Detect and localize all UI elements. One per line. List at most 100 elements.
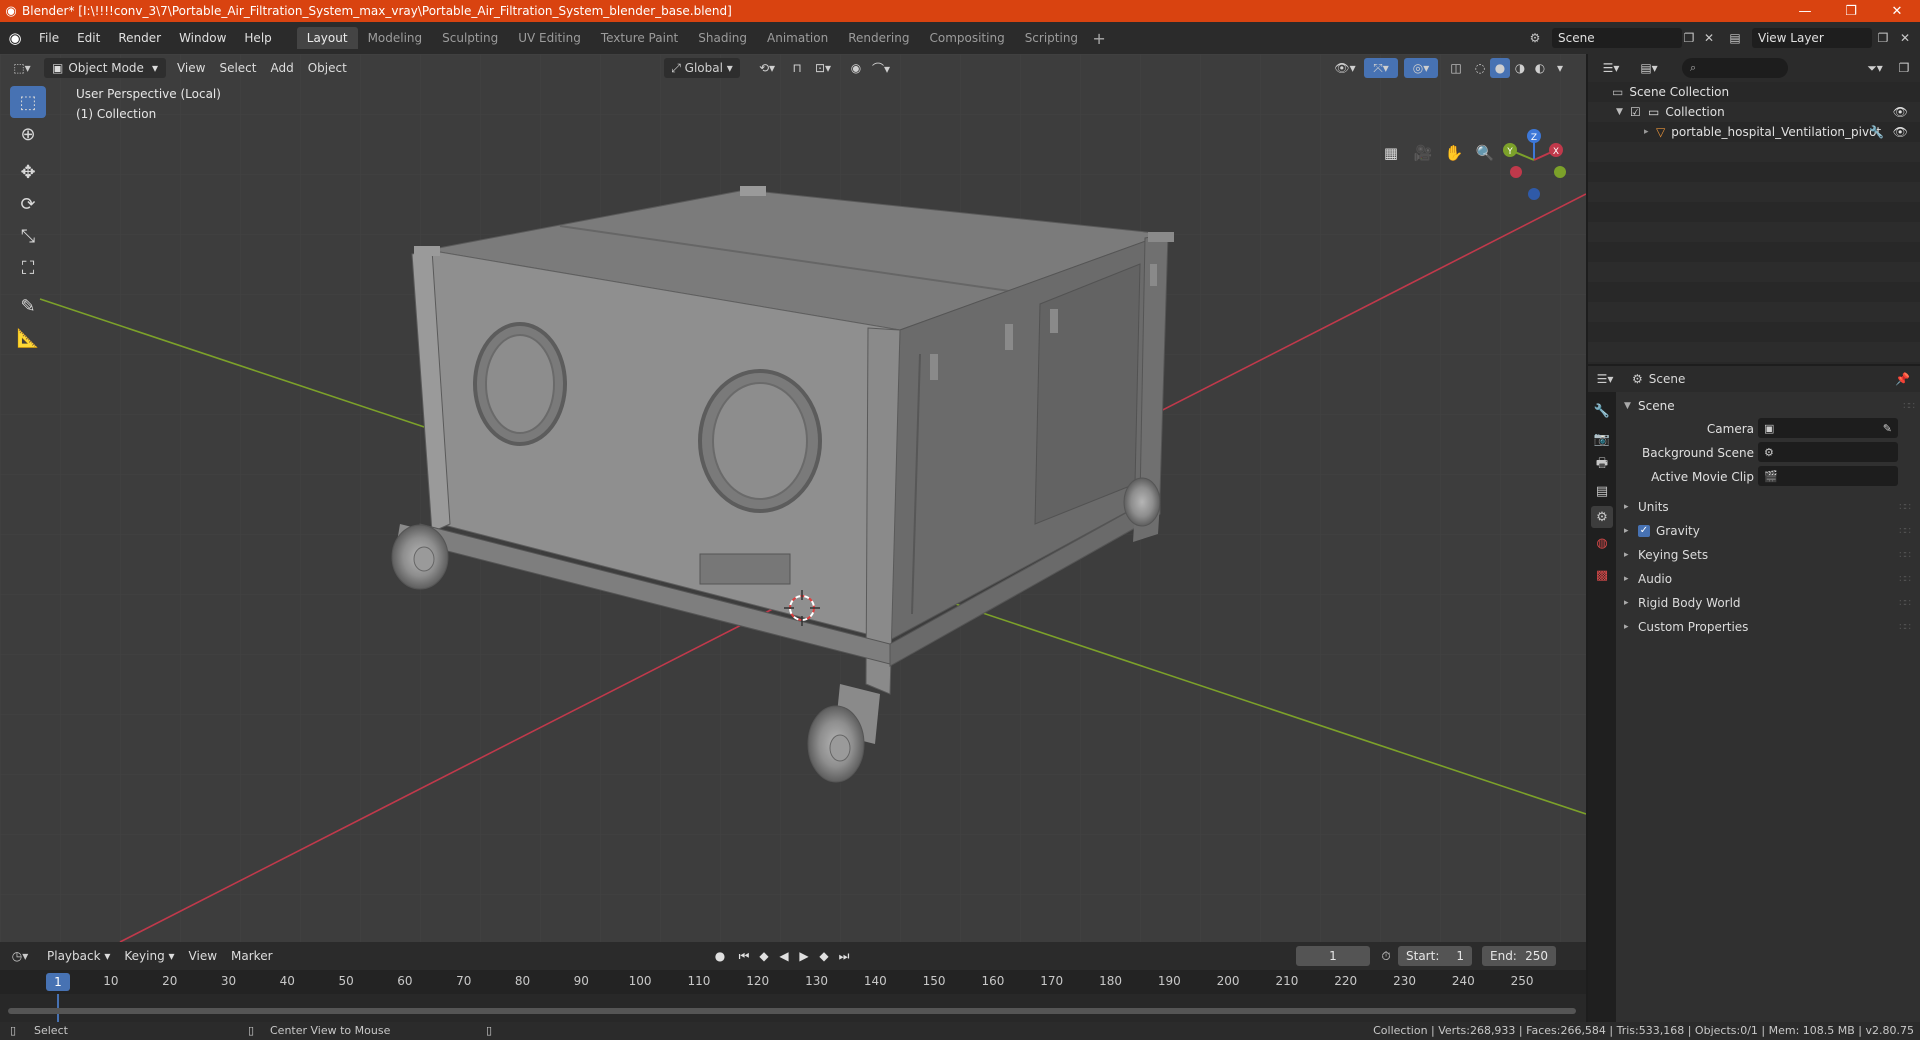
view-layer-selector[interactable]: View Layer — [1752, 28, 1872, 48]
rigid-body-world-panel[interactable]: ▸ Rigid Body World ∷∷ — [1624, 592, 1916, 614]
eyedropper-icon[interactable]: ✎ — [1883, 422, 1892, 435]
menu-timeline-view[interactable]: View — [182, 946, 224, 966]
timeline-scrollbar[interactable] — [8, 1008, 1576, 1014]
timeline-ruler[interactable]: 1 10 20 30 40 50 60 70 80 90 100 110 120 130 140 150 16… — [0, 970, 1586, 994]
mode-dropdown[interactable]: ▣ Object Mode ▾ — [44, 58, 166, 78]
filter-icon[interactable]: ⏷▾ — [1860, 58, 1890, 78]
zoom-icon[interactable]: 🔍 — [1472, 140, 1498, 166]
pin-icon[interactable]: 📌 — [1895, 372, 1910, 386]
menu-view[interactable]: View — [170, 58, 212, 78]
active-movie-clip-field[interactable]: 🎬 — [1758, 466, 1898, 486]
display-mode-icon[interactable]: ▤▾ — [1634, 58, 1664, 78]
menu-edit[interactable]: Edit — [68, 26, 109, 50]
play-icon[interactable]: ▶ — [794, 948, 814, 964]
view-layer-tab-icon[interactable]: ▤ — [1591, 480, 1613, 502]
timeline-track-area[interactable] — [0, 994, 1586, 1022]
delete-scene-icon[interactable]: ✕ — [1698, 28, 1720, 48]
snap-target-icon[interactable]: ⊡▾ — [808, 58, 838, 78]
menu-help[interactable]: Help — [235, 26, 280, 50]
tab-rendering[interactable]: Rendering — [838, 27, 919, 49]
drag-handle-icon[interactable]: ∷∷ — [1899, 550, 1911, 561]
pan-hand-icon[interactable]: ✋ — [1441, 140, 1467, 166]
measure-icon[interactable]: 📐 — [10, 322, 46, 354]
add-workspace-button[interactable]: + — [1088, 29, 1110, 48]
snap-icon[interactable]: ⊓ — [786, 58, 808, 78]
eye-icon[interactable]: 👁 — [1893, 105, 1908, 119]
expand-arrow-icon[interactable]: ▸ — [1644, 127, 1656, 137]
gravity-checkbox[interactable]: ✓ — [1638, 525, 1650, 537]
drag-handle-icon[interactable]: ∷∷ — [1899, 598, 1911, 609]
jump-start-icon[interactable]: ⏮ — [734, 948, 754, 964]
end-frame-field[interactable]: End: 250 — [1482, 946, 1556, 966]
drag-handle-icon[interactable]: ∷∷ — [1903, 401, 1915, 412]
drag-handle-icon[interactable]: ∷∷ — [1899, 526, 1911, 537]
drag-handle-icon[interactable]: ∷∷ — [1899, 622, 1911, 633]
next-keyframe-icon[interactable]: ◆ — [814, 948, 834, 964]
cursor-icon[interactable]: ⊕ — [10, 118, 46, 150]
tab-layout[interactable]: Layout — [296, 27, 358, 49]
prev-keyframe-icon[interactable]: ◆ — [754, 948, 774, 964]
gizmo-toggle-icon[interactable]: ⤧▾ — [1364, 58, 1398, 78]
menu-keying[interactable]: Keying ▾ — [117, 946, 181, 966]
overlay-toggle-icon[interactable]: ◎▾ — [1404, 58, 1438, 78]
scene-browse-icon[interactable]: ⚙ — [1524, 28, 1546, 48]
pivot-point-icon[interactable]: ⟲▾ — [752, 58, 782, 78]
minimize-button[interactable]: — — [1782, 0, 1828, 22]
scene-selector[interactable]: Scene — [1552, 28, 1682, 48]
rotate-icon[interactable]: ⟳ — [10, 188, 46, 220]
scale-icon[interactable]: ⤡ — [10, 220, 46, 252]
menu-object[interactable]: Object — [301, 58, 354, 78]
visibility-icon[interactable]: 👁▾ — [1330, 58, 1360, 78]
falloff-icon[interactable]: ⌒▾ — [866, 58, 896, 78]
properties-editor-type-icon[interactable]: ☰▾ — [1588, 372, 1622, 386]
select-box-icon[interactable]: ⬚ — [10, 86, 46, 118]
tab-animation[interactable]: Animation — [757, 27, 838, 49]
delete-view-layer-icon[interactable]: ✕ — [1894, 28, 1916, 48]
camera-field[interactable]: ▣ ✎ — [1758, 418, 1898, 438]
texture-tab-icon[interactable]: ▩ — [1591, 564, 1613, 586]
custom-properties-panel[interactable]: ▸ Custom Properties ∷∷ — [1624, 616, 1916, 638]
expand-arrow-icon[interactable]: ▼ — [1616, 107, 1630, 117]
start-frame-field[interactable]: Start: 1 — [1398, 946, 1472, 966]
record-icon[interactable]: ● — [710, 948, 730, 964]
outliner-scene-collection[interactable]: ▭ Scene Collection — [1588, 82, 1920, 102]
new-view-layer-icon[interactable]: ❐ — [1872, 28, 1894, 48]
gizmo-neg-z[interactable] — [1528, 188, 1540, 200]
camera-icon[interactable]: 🎥 — [1410, 140, 1436, 166]
proportional-edit-icon[interactable]: ◉ — [846, 58, 866, 78]
transform-orientation-dropdown[interactable]: ⤢ Global ▾ — [664, 58, 740, 78]
tab-shading[interactable]: Shading — [688, 27, 757, 49]
scene-tab-icon[interactable]: ⚙ — [1591, 506, 1613, 528]
move-icon[interactable]: ✥ — [10, 156, 46, 188]
stopwatch-icon[interactable]: ⏱ — [1376, 948, 1396, 964]
annotate-icon[interactable]: ✎ — [10, 290, 46, 322]
toggle-camera-view-icon[interactable]: ▦ — [1378, 140, 1404, 166]
render-tab-icon[interactable]: 📷 — [1591, 428, 1613, 450]
material-shading-icon[interactable]: ◑ — [1510, 58, 1530, 78]
outliner-collection-row[interactable]: ▼ ☑ ▭ Collection 👁 — [1588, 102, 1920, 122]
outliner-object-row[interactable]: ▸ ▽ portable_hospital_Ventilation_pivot … — [1588, 122, 1920, 142]
tab-texture-paint[interactable]: Texture Paint — [591, 27, 688, 49]
tab-modeling[interactable]: Modeling — [358, 27, 433, 49]
tab-scripting[interactable]: Scripting — [1015, 27, 1088, 49]
scene-panel-header[interactable]: ▼ Scene ∷∷ — [1616, 394, 1920, 418]
close-button[interactable]: ✕ — [1874, 0, 1920, 22]
output-tab-icon[interactable]: 🖶 — [1591, 454, 1613, 476]
new-scene-icon[interactable]: ❐ — [1678, 28, 1700, 48]
jump-end-icon[interactable]: ⏭ — [834, 948, 854, 964]
blender-menu-icon[interactable]: ◉ — [0, 22, 30, 54]
new-collection-icon[interactable]: ❐ — [1894, 58, 1914, 78]
tool-tab-icon[interactable]: 🔧 — [1591, 400, 1613, 422]
restore-button[interactable]: ❐ — [1828, 0, 1874, 22]
editor-type-icon[interactable]: ⬚▾ — [0, 61, 44, 75]
xray-icon[interactable]: ◫ — [1446, 58, 1466, 78]
shading-options-icon[interactable]: ▾ — [1550, 58, 1570, 78]
rendered-shading-icon[interactable]: ◐ — [1530, 58, 1550, 78]
world-tab-icon[interactable]: ◍ — [1591, 532, 1613, 554]
gizmo-neg-y[interactable] — [1554, 166, 1566, 178]
tab-compositing[interactable]: Compositing — [919, 27, 1014, 49]
background-scene-field[interactable]: ⚙ — [1758, 442, 1898, 462]
transform-icon[interactable]: ⛶ — [10, 252, 46, 284]
outliner-search-input[interactable]: ⌕ — [1682, 58, 1788, 78]
outliner-editor-type-icon[interactable]: ☰▾ — [1596, 58, 1626, 78]
